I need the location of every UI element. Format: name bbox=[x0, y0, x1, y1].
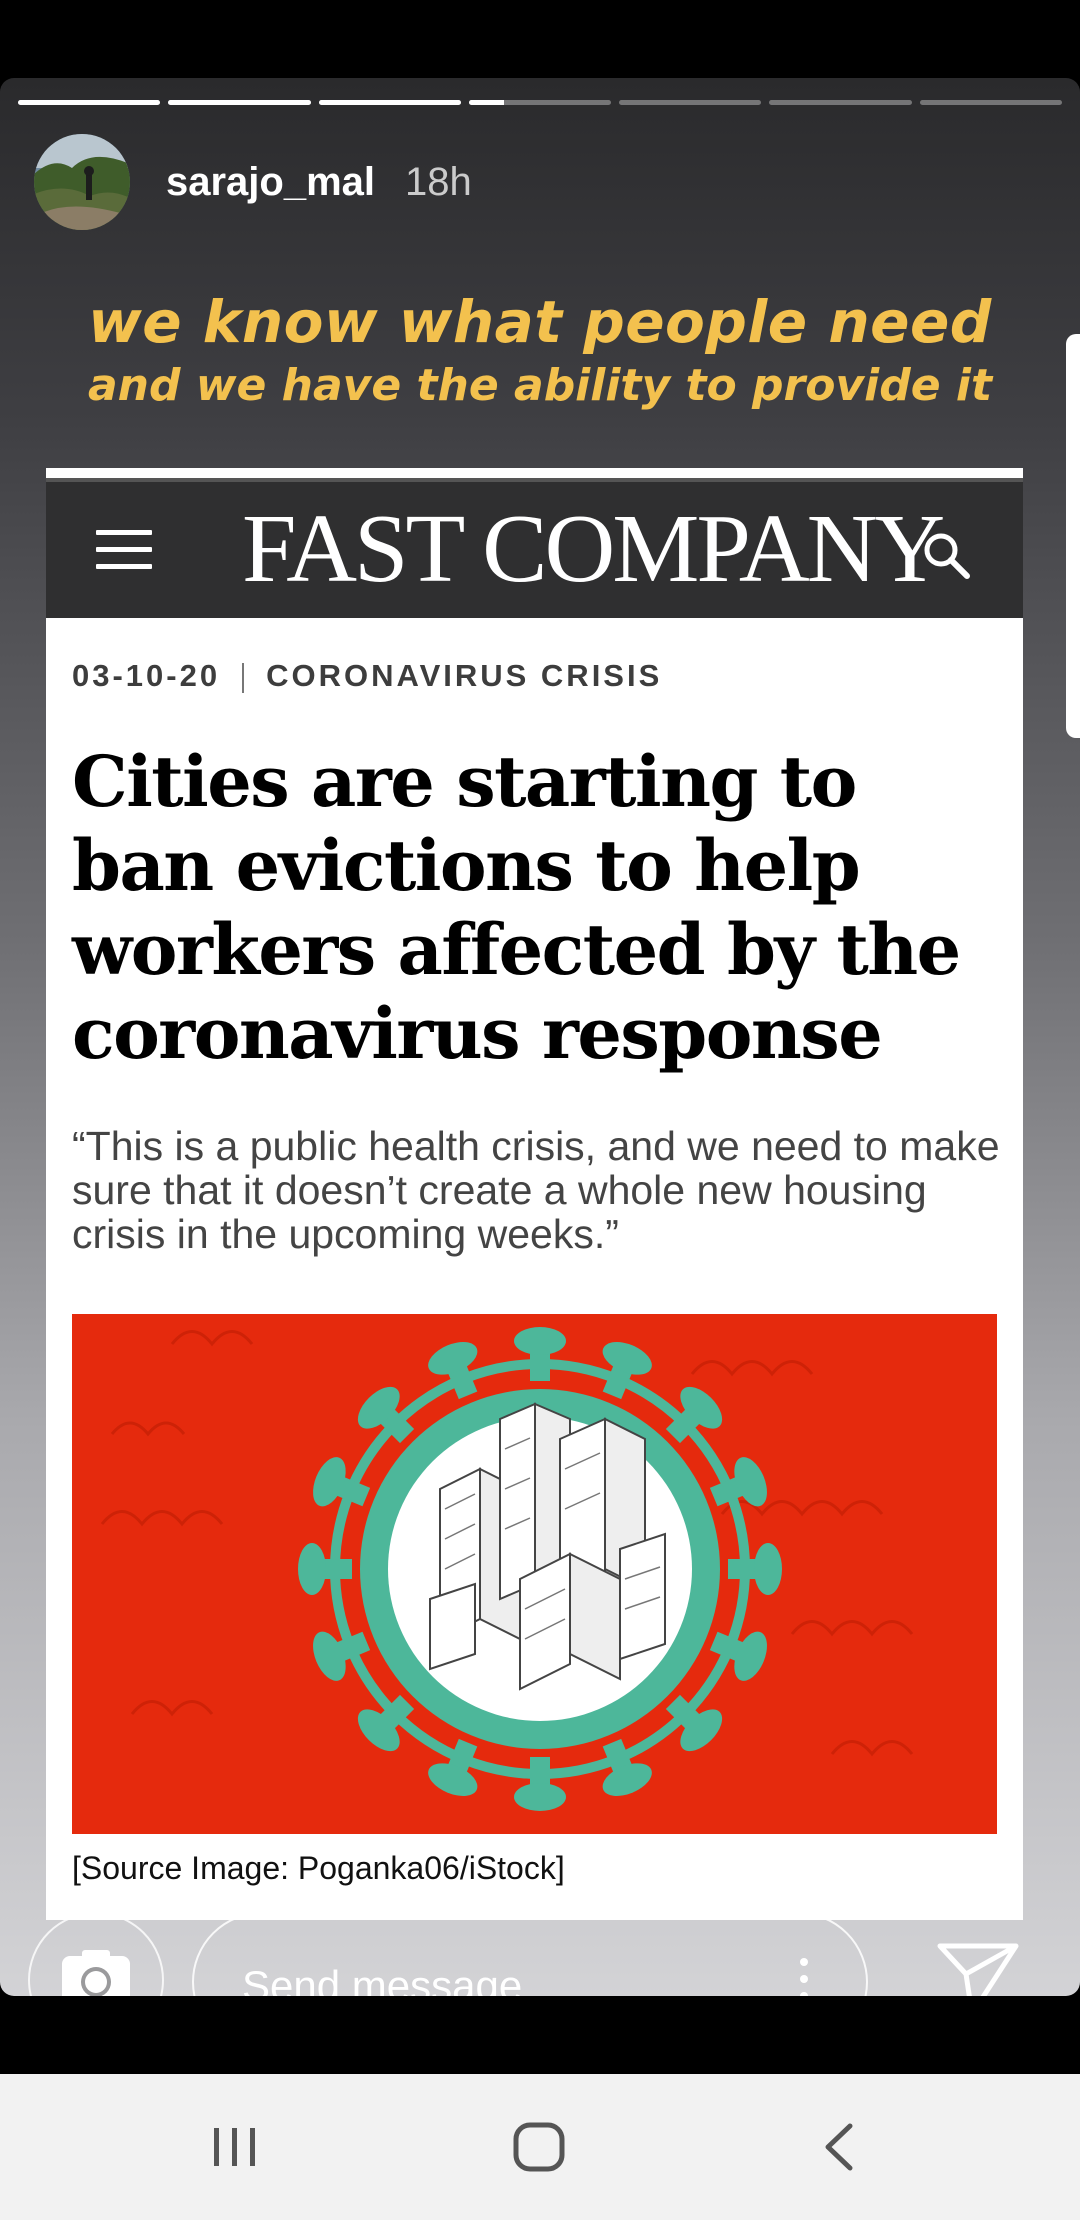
article-illustration bbox=[72, 1314, 997, 1834]
story-author[interactable]: sarajo_mal 18h bbox=[34, 134, 472, 230]
username[interactable]: sarajo_mal bbox=[166, 160, 375, 205]
caption-line-1: we know what people need bbox=[88, 288, 992, 356]
article-date: 03-10-20 bbox=[72, 658, 221, 693]
search-icon bbox=[924, 533, 970, 579]
avatar[interactable] bbox=[34, 134, 130, 230]
camera-icon bbox=[62, 1950, 130, 1996]
reply-bar: Send message bbox=[0, 1912, 1080, 1996]
article-screenshot: FAST COMPANY 03-10-20 CORONAVIRUS CRISIS … bbox=[46, 468, 1023, 1920]
progress-segment bbox=[18, 100, 161, 105]
send-message-placeholder: Send message bbox=[242, 1962, 523, 1996]
image-credit: [Source Image: Poganka06/iStock] bbox=[72, 1850, 565, 1886]
menu-icon bbox=[96, 530, 152, 570]
progress-segment bbox=[919, 100, 1062, 105]
camera-button[interactable] bbox=[28, 1912, 164, 1996]
article-headline: Cities are starting to ban evictions to … bbox=[72, 740, 961, 1075]
story-timestamp: 18h bbox=[405, 159, 472, 204]
home-button[interactable] bbox=[512, 2122, 568, 2172]
article-dek: “This is a public health crisis, and we … bbox=[72, 1123, 1000, 1257]
article-dateline: 03-10-20 CORONAVIRUS CRISIS bbox=[72, 658, 662, 694]
progress-segment bbox=[619, 100, 762, 105]
story-viewer[interactable]: sarajo_mal 18h we know what people need … bbox=[0, 78, 1080, 1996]
progress-segment bbox=[168, 100, 311, 105]
publication-logo: FAST COMPANY bbox=[242, 495, 945, 603]
more-options-icon[interactable] bbox=[800, 1958, 808, 1996]
progress-segment-current bbox=[468, 100, 612, 105]
send-icon[interactable] bbox=[936, 1938, 1020, 1996]
progress-segment bbox=[318, 100, 461, 105]
caption-line-2: and we have the ability to provide it bbox=[87, 360, 993, 411]
story-progress-bar bbox=[18, 100, 1062, 105]
article-category: CORONAVIRUS CRISIS bbox=[266, 658, 663, 693]
site-header: FAST COMPANY bbox=[46, 478, 1023, 618]
progress-segment bbox=[769, 100, 912, 105]
recent-apps-button[interactable] bbox=[210, 2122, 260, 2172]
back-button[interactable] bbox=[820, 2122, 860, 2172]
system-navigation-bar bbox=[0, 2074, 1080, 2220]
send-message-input[interactable]: Send message bbox=[192, 1912, 868, 1996]
